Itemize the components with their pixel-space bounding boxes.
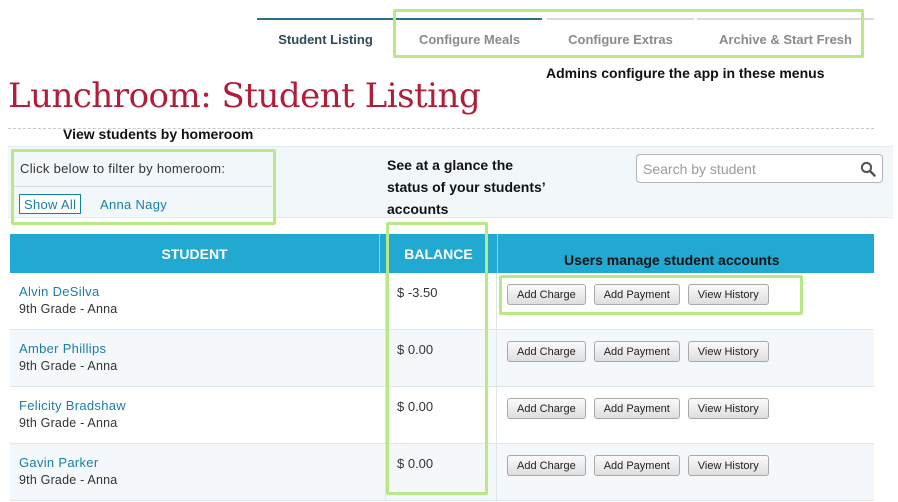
student-table: STUDENT BALANCE Alvin DeSilva 9th Grade … <box>10 234 874 501</box>
column-header-student: STUDENT <box>161 245 228 262</box>
filter-divider <box>14 186 272 187</box>
balance-annotation-line1: See at a glance the <box>387 157 514 173</box>
table-row: Amber Phillips 9th Grade - Anna $ 0.00 A… <box>10 330 874 387</box>
add-payment-button[interactable]: Add Payment <box>593 284 680 305</box>
tab-configure-meals[interactable]: Configure Meals <box>397 18 542 60</box>
view-history-button[interactable]: View History <box>687 341 769 362</box>
page-title: Lunchroom: Student Listing <box>8 76 481 116</box>
homeroom-annotation: View students by homeroom <box>63 126 254 142</box>
table-body: Alvin DeSilva 9th Grade - Anna $ -3.50 A… <box>10 273 874 501</box>
filter-homeroom-anna-nagy[interactable]: Anna Nagy <box>100 194 167 214</box>
student-name-link[interactable]: Gavin Parker <box>19 455 385 470</box>
actions-cell: Add Charge Add Payment View History <box>497 387 874 443</box>
actions-cell: Add Charge Add Payment View History <box>497 273 874 329</box>
add-payment-button[interactable]: Add Payment <box>593 398 680 419</box>
actions-cell: Add Charge Add Payment View History <box>497 330 874 386</box>
balance-value: $ 0.00 <box>386 387 497 443</box>
add-charge-button[interactable]: Add Charge <box>507 398 586 419</box>
search-input[interactable] <box>643 159 853 179</box>
add-payment-button[interactable]: Add Payment <box>593 455 680 476</box>
filter-show-all-button[interactable]: Show All <box>19 194 82 214</box>
student-cell: Gavin Parker 9th Grade - Anna <box>10 444 386 500</box>
add-charge-button[interactable]: Add Charge <box>507 455 586 476</box>
student-name-link[interactable]: Felicity Bradshaw <box>19 398 385 413</box>
student-cell: Alvin DeSilva 9th Grade - Anna <box>10 273 386 329</box>
view-history-button[interactable]: View History <box>687 398 769 419</box>
tab-archive-start-fresh[interactable]: Archive & Start Fresh <box>697 18 874 60</box>
table-row: Gavin Parker 9th Grade - Anna $ 0.00 Add… <box>10 444 874 501</box>
balance-value: $ 0.00 <box>386 330 497 386</box>
table-row: Alvin DeSilva 9th Grade - Anna $ -3.50 A… <box>10 273 874 330</box>
view-history-button[interactable]: View History <box>687 284 769 305</box>
student-name-link[interactable]: Amber Phillips <box>19 341 385 356</box>
table-row: Felicity Bradshaw 9th Grade - Anna $ 0.0… <box>10 387 874 444</box>
student-grade: 9th Grade - Anna <box>19 359 118 373</box>
tab-student-listing[interactable]: Student Listing <box>257 18 394 60</box>
search-icon[interactable] <box>860 161 876 177</box>
balance-value: $ -3.50 <box>386 273 497 329</box>
student-cell: Felicity Bradshaw 9th Grade - Anna <box>10 387 386 443</box>
tab-configure-extras[interactable]: Configure Extras <box>547 18 694 60</box>
add-payment-button[interactable]: Add Payment <box>593 341 680 362</box>
add-charge-button[interactable]: Add Charge <box>507 284 586 305</box>
manage-annotation: Users manage student accounts <box>564 252 780 268</box>
filter-prompt: Click below to filter by homeroom: <box>20 161 226 176</box>
student-grade: 9th Grade - Anna <box>19 473 118 487</box>
add-charge-button[interactable]: Add Charge <box>507 341 586 362</box>
column-header-balance: BALANCE <box>404 245 473 262</box>
search-box <box>636 154 883 183</box>
student-name-link[interactable]: Alvin DeSilva <box>19 284 385 299</box>
balance-annotation-line3: accounts <box>387 201 449 217</box>
top-nav: Student Listing Configure Meals Configur… <box>257 18 874 60</box>
balance-annotation-line2: status of your students’ <box>387 179 546 195</box>
student-cell: Amber Phillips 9th Grade - Anna <box>10 330 386 386</box>
balance-value: $ 0.00 <box>386 444 497 500</box>
student-grade: 9th Grade - Anna <box>19 302 118 316</box>
student-grade: 9th Grade - Anna <box>19 416 118 430</box>
menus-annotation: Admins configure the app in these menus <box>546 65 825 81</box>
actions-cell: Add Charge Add Payment View History <box>497 444 874 500</box>
view-history-button[interactable]: View History <box>687 455 769 476</box>
